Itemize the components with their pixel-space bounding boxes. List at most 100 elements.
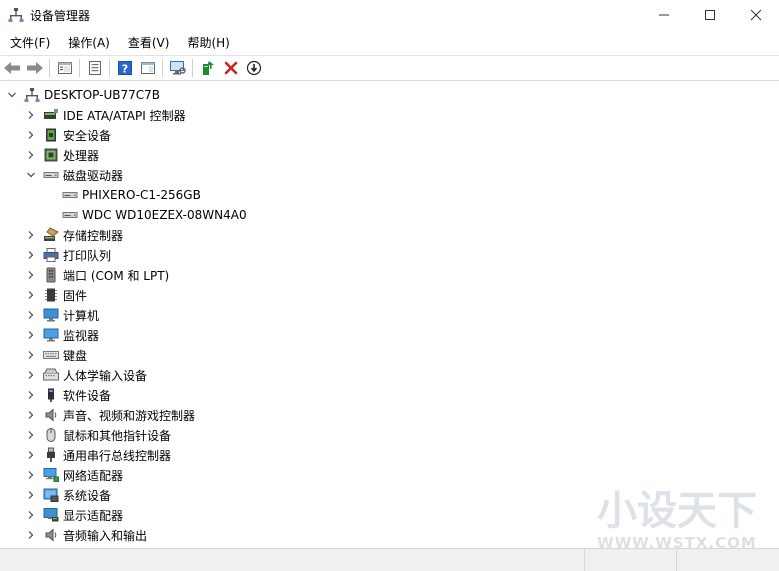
chevron-right-icon[interactable] xyxy=(25,429,37,441)
disk-drive-icon xyxy=(43,167,59,183)
chevron-right-icon[interactable] xyxy=(25,409,37,421)
maximize-icon xyxy=(705,10,715,20)
tree-category[interactable]: 打印队列 xyxy=(25,245,111,265)
uninstall-device-button[interactable] xyxy=(220,57,242,79)
console-tree-icon xyxy=(58,62,72,74)
menu-bar: 文件(F) 操作(A) 查看(V) 帮助(H) xyxy=(0,31,779,53)
tree-device[interactable]: PHIXERO-C1-256GB xyxy=(62,185,201,205)
menu-file[interactable]: 文件(F) xyxy=(0,34,58,51)
tree-category[interactable]: 软件设备 xyxy=(25,385,111,405)
scan-hardware-changes-button[interactable] xyxy=(167,57,189,79)
forward-button[interactable] xyxy=(24,57,46,79)
tree-root[interactable]: DESKTOP-UB77C7B xyxy=(6,85,160,105)
firmware-icon xyxy=(43,287,59,303)
tree-category[interactable]: 音频输入和输出 xyxy=(25,525,147,545)
tree-category[interactable]: 人体学输入设备 xyxy=(25,365,147,385)
help-button[interactable]: ? xyxy=(114,57,136,79)
chevron-right-icon[interactable] xyxy=(25,489,37,501)
tree-category[interactable]: 网络适配器 xyxy=(25,465,123,485)
tree-device[interactable]: WDC WD10EZEX-08WN4A0 xyxy=(62,205,247,225)
tree-category[interactable]: 端口 (COM 和 LPT) xyxy=(25,265,169,285)
processor-icon xyxy=(43,147,59,163)
chevron-right-icon[interactable] xyxy=(25,349,37,361)
update-driver-icon xyxy=(203,61,214,75)
tree-category[interactable]: 计算机 xyxy=(25,305,99,325)
show-hide-console-tree-button[interactable] xyxy=(54,57,76,79)
menu-view[interactable]: 查看(V) xyxy=(118,34,178,51)
disable-device-button[interactable] xyxy=(243,57,265,79)
close-button[interactable] xyxy=(733,0,779,30)
chevron-down-icon[interactable] xyxy=(6,89,18,101)
chevron-right-icon[interactable] xyxy=(25,149,37,161)
tree-category-label: 固件 xyxy=(63,288,88,303)
status-section xyxy=(584,549,675,571)
tree-category-label: 网络适配器 xyxy=(63,468,124,483)
tree-category[interactable]: 键盘 xyxy=(25,345,87,365)
toolbar: ? xyxy=(0,55,779,81)
back-button[interactable] xyxy=(1,57,23,79)
tree-category[interactable]: 显示适配器 xyxy=(25,505,123,525)
software-device-icon xyxy=(43,387,59,403)
action-pane-button[interactable] xyxy=(137,57,159,79)
audio-io-icon xyxy=(43,527,59,543)
title-bar: 设备管理器 xyxy=(0,0,779,30)
chevron-down-icon[interactable] xyxy=(25,169,37,181)
chevron-right-icon[interactable] xyxy=(25,309,37,321)
download-circle-icon xyxy=(246,60,262,76)
tree-category[interactable]: 声音、视频和游戏控制器 xyxy=(25,405,195,425)
status-section xyxy=(676,549,779,571)
site-watermark-logo: 小设天下 WWW.WSTX.COM xyxy=(597,488,757,552)
chevron-right-icon[interactable] xyxy=(25,449,37,461)
toolbar-separator xyxy=(79,59,80,77)
svg-text:?: ? xyxy=(122,63,128,76)
tree-category[interactable]: 固件 xyxy=(25,285,87,305)
system-device-icon xyxy=(43,487,59,503)
chevron-right-icon[interactable] xyxy=(25,529,37,541)
chevron-right-icon[interactable] xyxy=(25,229,37,241)
device-tree: DESKTOP-UB77C7B IDE ATA/ATAPI 控制器 安全设备 处… xyxy=(0,83,779,547)
tree-category[interactable]: 鼠标和其他指针设备 xyxy=(25,425,171,445)
chevron-right-icon[interactable] xyxy=(25,269,37,281)
maximize-button[interactable] xyxy=(687,0,733,30)
security-device-icon xyxy=(43,127,59,143)
update-driver-button[interactable] xyxy=(197,57,219,79)
tree-category[interactable]: 系统设备 xyxy=(25,485,111,505)
chevron-right-icon[interactable] xyxy=(25,509,37,521)
tree-category[interactable]: 磁盘驱动器 xyxy=(25,165,123,185)
chevron-right-icon[interactable] xyxy=(25,289,37,301)
tree-category-label: 打印队列 xyxy=(63,248,112,263)
chevron-right-icon[interactable] xyxy=(25,369,37,381)
hid-icon xyxy=(43,367,59,383)
tree-category[interactable]: 监视器 xyxy=(25,325,99,345)
tree-category-label: 存储控制器 xyxy=(63,228,124,243)
device-manager-icon xyxy=(8,8,24,22)
menu-action[interactable]: 操作(A) xyxy=(58,34,118,51)
arrow-left-icon xyxy=(4,62,20,74)
menu-help[interactable]: 帮助(H) xyxy=(177,34,237,51)
tree-category-label: 音频输入和输出 xyxy=(63,528,148,543)
tree-category-label: 人体学输入设备 xyxy=(63,368,148,383)
port-icon xyxy=(43,267,59,283)
delete-x-icon xyxy=(224,61,238,75)
tree-category[interactable]: 安全设备 xyxy=(25,125,111,145)
keyboard-icon xyxy=(43,347,59,363)
chevron-right-icon[interactable] xyxy=(25,129,37,141)
speaker-icon xyxy=(43,407,59,423)
properties-button[interactable] xyxy=(84,57,106,79)
chevron-right-icon[interactable] xyxy=(25,329,37,341)
tree-category-label: 软件设备 xyxy=(63,388,112,403)
tree-category-label: 磁盘驱动器 xyxy=(63,168,124,183)
tree-category[interactable]: 存储控制器 xyxy=(25,225,123,245)
chevron-right-icon[interactable] xyxy=(25,389,37,401)
tree-category[interactable]: 通用串行总线控制器 xyxy=(25,445,171,465)
status-bar xyxy=(0,548,779,571)
tree-category[interactable]: 处理器 xyxy=(25,145,99,165)
storage-controller-icon xyxy=(43,227,59,243)
tree-category[interactable]: IDE ATA/ATAPI 控制器 xyxy=(25,105,186,125)
minimize-icon xyxy=(659,14,669,16)
tree-device-label: PHIXERO-C1-256GB xyxy=(82,188,201,202)
minimize-button[interactable] xyxy=(641,0,687,30)
chevron-right-icon[interactable] xyxy=(25,109,37,121)
chevron-right-icon[interactable] xyxy=(25,469,37,481)
chevron-right-icon[interactable] xyxy=(25,249,37,261)
